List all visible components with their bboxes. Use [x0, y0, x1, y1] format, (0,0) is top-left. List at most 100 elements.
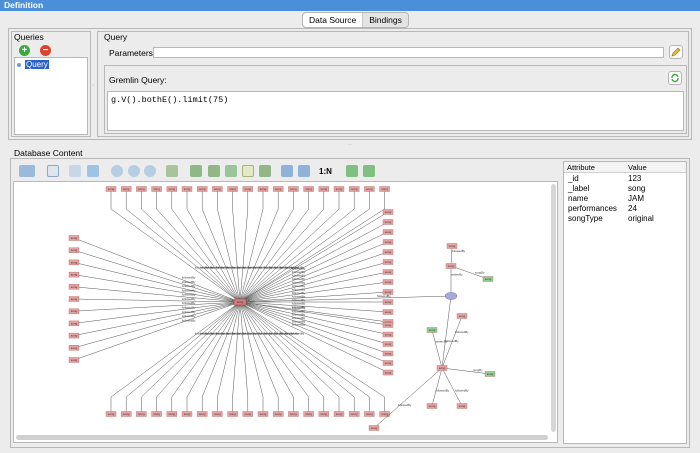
- zoom-ratio-label[interactable]: 1:N: [319, 167, 332, 176]
- graph-edge[interactable]: [239, 301, 389, 354]
- import-icon[interactable]: [363, 165, 375, 177]
- node-label: song: [214, 187, 221, 191]
- graph-edge[interactable]: [431, 329, 443, 369]
- node-label: song: [336, 412, 343, 416]
- select-pointer-icon[interactable]: [47, 165, 59, 177]
- node-label: song: [184, 187, 191, 191]
- pan-hand-icon[interactable]: [69, 165, 81, 177]
- node-label: song: [385, 371, 392, 375]
- organic-icon[interactable]: [259, 165, 271, 177]
- attribute-column-header: Attribute: [567, 163, 595, 172]
- graph-edge[interactable]: [239, 291, 389, 303]
- graph-edge[interactable]: [441, 367, 491, 375]
- node-label: song: [275, 412, 282, 416]
- parameters-input[interactable]: [153, 47, 664, 58]
- graph-edge[interactable]: [239, 301, 385, 398]
- graph-edge[interactable]: [232, 208, 241, 303]
- edge-label: sungBy: [473, 368, 483, 372]
- attribute-key: _label: [568, 184, 590, 193]
- move-icon[interactable]: [87, 165, 99, 177]
- tab-bar: Data Source Bindings: [302, 12, 409, 28]
- link-icon[interactable]: [298, 165, 310, 177]
- graph-edge[interactable]: [201, 208, 241, 303]
- node-label: song: [351, 412, 358, 416]
- node-label: song: [385, 361, 392, 365]
- window-title: Definition: [0, 0, 700, 11]
- hierarchy-icon[interactable]: [225, 165, 237, 177]
- list-item[interactable]: Query: [17, 60, 49, 69]
- collapse-icon[interactable]: [208, 165, 220, 177]
- node-label: song: [385, 352, 392, 356]
- graph-edge[interactable]: [239, 221, 389, 303]
- grid-layout-icon[interactable]: [166, 165, 178, 177]
- node-label: song: [108, 412, 115, 416]
- zoom-out-icon[interactable]: [128, 165, 140, 177]
- vertical-scrollbar[interactable]: [551, 184, 556, 432]
- edit-icon[interactable]: [669, 45, 683, 59]
- layout-dropdown-icon[interactable]: [19, 165, 35, 177]
- graph-edge[interactable]: [239, 301, 389, 326]
- node-label: song: [381, 187, 388, 191]
- node-label: song: [245, 412, 252, 416]
- graph-edge[interactable]: [239, 301, 389, 373]
- graph-edge[interactable]: [239, 271, 389, 303]
- export-icon[interactable]: [346, 165, 358, 177]
- tab-data-source[interactable]: Data Source: [303, 13, 362, 27]
- graph-edge[interactable]: [73, 237, 241, 303]
- graph-edge[interactable]: [441, 295, 452, 369]
- graph-edge[interactable]: [239, 301, 249, 398]
- expand-icon[interactable]: [190, 165, 202, 177]
- node-label: song: [371, 426, 378, 430]
- node-label: song: [385, 323, 392, 327]
- graph-edge[interactable]: [73, 301, 241, 349]
- parameters-label: Parameters:: [109, 48, 156, 58]
- zoom-fit-icon[interactable]: [144, 165, 156, 177]
- value-column-header: Value: [628, 163, 647, 172]
- node-label: song: [245, 187, 252, 191]
- graph-edge[interactable]: [239, 301, 389, 323]
- node-label: song: [305, 412, 312, 416]
- fit-selection-icon[interactable]: [281, 165, 293, 177]
- node-label: song: [153, 412, 160, 416]
- graph-canvas[interactable]: followedBy followedBy followedBy followedBy…: [13, 181, 558, 443]
- splitter-handle-vertical[interactable]: ·: [92, 82, 94, 89]
- graph-edge[interactable]: [73, 298, 241, 303]
- add-icon[interactable]: +: [19, 45, 30, 56]
- graph-edge[interactable]: [239, 208, 385, 303]
- graph-edge[interactable]: [239, 208, 249, 303]
- selected-graph-node[interactable]: [444, 292, 458, 300]
- graph-edge[interactable]: [156, 208, 241, 303]
- graph-edge[interactable]: [239, 281, 389, 303]
- node-label: song: [305, 187, 312, 191]
- node-label: song: [71, 248, 78, 252]
- refresh-icon[interactable]: [668, 71, 682, 85]
- graph-edge[interactable]: [239, 295, 452, 303]
- graph-edge[interactable]: [201, 301, 241, 398]
- remove-icon[interactable]: −: [40, 45, 51, 56]
- zoom-in-icon[interactable]: [111, 165, 123, 177]
- node-label: song: [260, 187, 267, 191]
- node-label: song: [485, 277, 492, 281]
- graph-edge[interactable]: [239, 208, 340, 303]
- graph-edge[interactable]: [431, 367, 443, 407]
- graph-edge[interactable]: [239, 301, 294, 398]
- node-label: song: [290, 187, 297, 191]
- graph-edge[interactable]: [73, 301, 241, 312]
- graph-edge[interactable]: [232, 301, 241, 398]
- graph-edge[interactable]: [373, 367, 443, 429]
- horizontal-scrollbar[interactable]: [16, 435, 548, 440]
- tab-bindings[interactable]: Bindings: [362, 13, 408, 27]
- node-label: song: [385, 260, 392, 264]
- group-icon[interactable]: [242, 165, 254, 177]
- attribute-key: performances: [568, 204, 617, 213]
- gremlin-editor[interactable]: g.V().bothE().limit(75): [107, 91, 684, 131]
- graph-edge[interactable]: [441, 367, 463, 407]
- edge-label: followedBy: [436, 389, 450, 393]
- graph-edge[interactable]: [239, 208, 294, 303]
- splitter-handle-horizontal[interactable]: ··: [348, 142, 352, 148]
- graph-edge[interactable]: [239, 301, 324, 398]
- node-label: song: [429, 404, 436, 408]
- graph-edge[interactable]: [239, 211, 389, 303]
- node-label: song: [385, 300, 392, 304]
- node-label: song: [71, 309, 78, 313]
